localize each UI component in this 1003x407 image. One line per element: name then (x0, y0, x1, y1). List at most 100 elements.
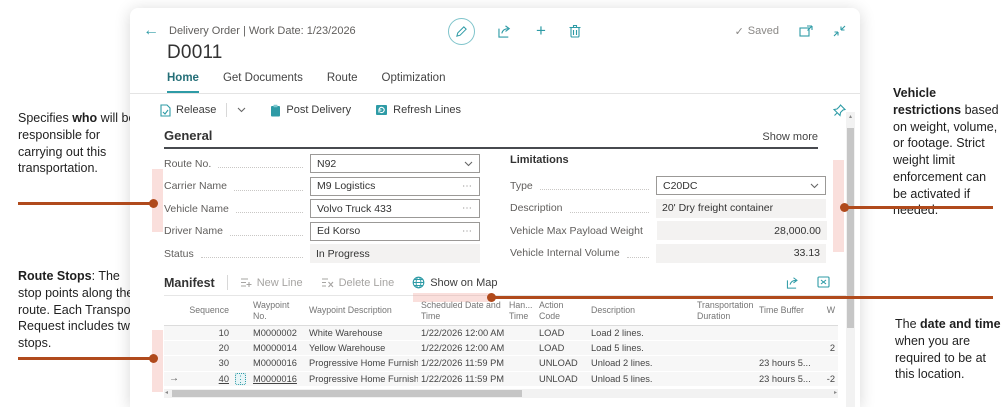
tab-get-documents[interactable]: Get Documents (223, 72, 303, 93)
row-options-icon[interactable]: ⋮ (235, 373, 246, 385)
status-value: In Progress (310, 244, 480, 263)
tab-optimization[interactable]: Optimization (382, 72, 446, 93)
manifest-title: Manifest (164, 276, 215, 290)
post-delivery-button[interactable]: Post Delivery (270, 104, 351, 117)
scroll-left-icon[interactable]: ◂ (165, 389, 168, 398)
callout-line-route-stops (18, 357, 152, 360)
col-time-buffer[interactable]: Time Buffer (756, 305, 816, 315)
delivery-order-page: ← Delivery Order | Work Date: 1/23/2026 … (130, 8, 860, 407)
callout-dot (840, 203, 849, 212)
description-value: 20' Dry freight container (656, 199, 826, 218)
col-scheduled-date-time[interactable]: Scheduled Date and Time (418, 300, 506, 320)
vehicle-name-input[interactable]: Volvo Truck 433⋯ (310, 199, 480, 218)
field-status: Status In Progress (164, 244, 480, 263)
delete-line-icon (321, 277, 334, 288)
chevron-down-icon[interactable] (464, 161, 473, 167)
annotation-text: based on weight, volume, or footage. Str… (893, 103, 999, 218)
assist-edit-icon[interactable]: ⋯ (462, 203, 473, 214)
selected-row-arrow-icon: → (164, 373, 184, 384)
annotation-carrier: Specifies who will be responsible for ca… (18, 110, 138, 177)
topbar-right: ✓Saved (735, 25, 846, 38)
scroll-right-icon[interactable]: ▸ (834, 389, 837, 398)
scroll-up-icon[interactable]: ▴ (846, 112, 855, 122)
field-route-no: Route No. N92 (164, 154, 480, 173)
saved-indicator: ✓Saved (735, 25, 779, 38)
general-section-header: General Show more (164, 128, 818, 149)
callout-line-carrier (18, 202, 152, 205)
check-icon: ✓ (735, 25, 744, 38)
vertical-scrollbar[interactable]: ▴ (846, 112, 855, 407)
back-arrow-icon[interactable]: ← (143, 22, 169, 40)
manifest-toolbar: Manifest New Line Delete Line Show on Ma… (164, 270, 846, 296)
col-han-time[interactable]: Han... Time (506, 300, 536, 320)
field-type: Type C20DC (510, 176, 826, 195)
tab-home[interactable]: Home (167, 72, 199, 93)
show-on-map-button[interactable]: Show on Map (412, 276, 497, 289)
delete-line-button[interactable]: Delete Line (321, 277, 395, 289)
tabs-divider (130, 93, 860, 94)
waypoint-link[interactable]: M0000016 (250, 374, 306, 384)
col-waypoint-no[interactable]: Waypoint No. (250, 300, 306, 320)
carrier-name-input[interactable]: M9 Logistics⋯ (310, 177, 480, 196)
share-icon[interactable] (786, 276, 801, 289)
col-description[interactable]: Description (588, 305, 694, 315)
col-transportation-duration[interactable]: Transportation Duration (694, 300, 756, 320)
new-line-button[interactable]: New Line (240, 277, 303, 289)
callout-dot (149, 199, 158, 208)
field-internal-volume: Vehicle Internal Volume 33.13 (510, 244, 826, 263)
assist-edit-icon[interactable]: ⋯ (462, 226, 473, 237)
callout-line-vehicle-restrictions (846, 206, 993, 209)
edit-button[interactable] (448, 18, 475, 45)
add-icon[interactable]: + (536, 21, 546, 41)
refresh-lines-button[interactable]: Refresh Lines (375, 104, 461, 116)
field-label: Type (510, 180, 533, 192)
callout-line-date-time (493, 296, 993, 299)
field-max-payload-weight: Vehicle Max Payload Weight 28,000.00 (510, 221, 826, 240)
chevron-down-icon[interactable] (810, 183, 819, 189)
table-header-row: Sequence Waypoint No. Waypoint Descripti… (164, 296, 838, 326)
horizontal-scrollbar[interactable]: ◂ ▸ (164, 389, 838, 398)
col-w[interactable]: W (816, 305, 838, 315)
field-label: Vehicle Max Payload Weight (510, 225, 643, 237)
annotation-bold: Vehicle restrictions (893, 86, 961, 117)
tab-strip: Home Get Documents Route Optimization (167, 72, 445, 93)
annotation-bold: Route Stops (18, 269, 92, 283)
manifest-toolbar-icons (786, 276, 830, 289)
col-sequence[interactable]: Sequence (184, 305, 232, 315)
table-row[interactable]: 20 M0000014 Yellow Warehouse 1/22/2026 1… (164, 341, 838, 356)
table-row-selected[interactable]: → 40 ⋮ M0000016 Progressive Home Furnish… (164, 372, 838, 387)
table-row[interactable]: 10 M0000002 White Warehouse 1/22/2026 12… (164, 326, 838, 341)
pin-icon[interactable] (833, 104, 846, 117)
col-action-code[interactable]: Action Code (536, 300, 588, 320)
assist-edit-icon[interactable]: ⋯ (462, 181, 473, 192)
annotation-text: Specifies (18, 111, 72, 125)
route-no-input[interactable]: N92 (310, 154, 480, 173)
col-waypoint-description[interactable]: Waypoint Description (306, 305, 418, 315)
show-more-link[interactable]: Show more (762, 131, 818, 143)
page-title: D0011 (167, 42, 223, 64)
table-row[interactable]: 30 M0000016 Progressive Home Furnishings… (164, 356, 838, 371)
tab-route[interactable]: Route (327, 72, 358, 93)
share-icon[interactable] (498, 24, 513, 38)
horizontal-scrollbar-thumb[interactable] (172, 390, 522, 397)
divider (227, 275, 228, 290)
limitations-column: Limitations Type C20DC Description 20' D… (510, 154, 826, 266)
driver-name-input[interactable]: Ed Korso⋯ (310, 222, 480, 241)
manifest-section: Manifest New Line Delete Line Show on Ma… (164, 270, 846, 398)
delete-icon[interactable] (569, 24, 581, 38)
screenshot-canvas: Specifies who will be responsible for ca… (0, 0, 1003, 407)
type-select[interactable]: C20DC (656, 176, 826, 195)
field-description: Description 20' Dry freight container (510, 199, 826, 218)
annotation-vehicle-restrictions: Vehicle restrictions based on weight, vo… (893, 85, 1003, 219)
sequence-cell-focused[interactable]: 40 (184, 374, 232, 384)
collapse-icon[interactable] (833, 25, 846, 37)
popout-icon[interactable] (799, 25, 813, 37)
field-label: Description (510, 202, 563, 214)
annotation-bold: who (72, 111, 97, 125)
annotation-bold: date and time (920, 317, 1001, 331)
field-label: Vehicle Internal Volume (510, 247, 620, 259)
open-in-excel-icon[interactable] (817, 276, 830, 288)
release-button[interactable]: Release (159, 104, 216, 117)
chevron-down-icon[interactable] (237, 107, 246, 113)
limitations-title: Limitations (510, 154, 826, 171)
